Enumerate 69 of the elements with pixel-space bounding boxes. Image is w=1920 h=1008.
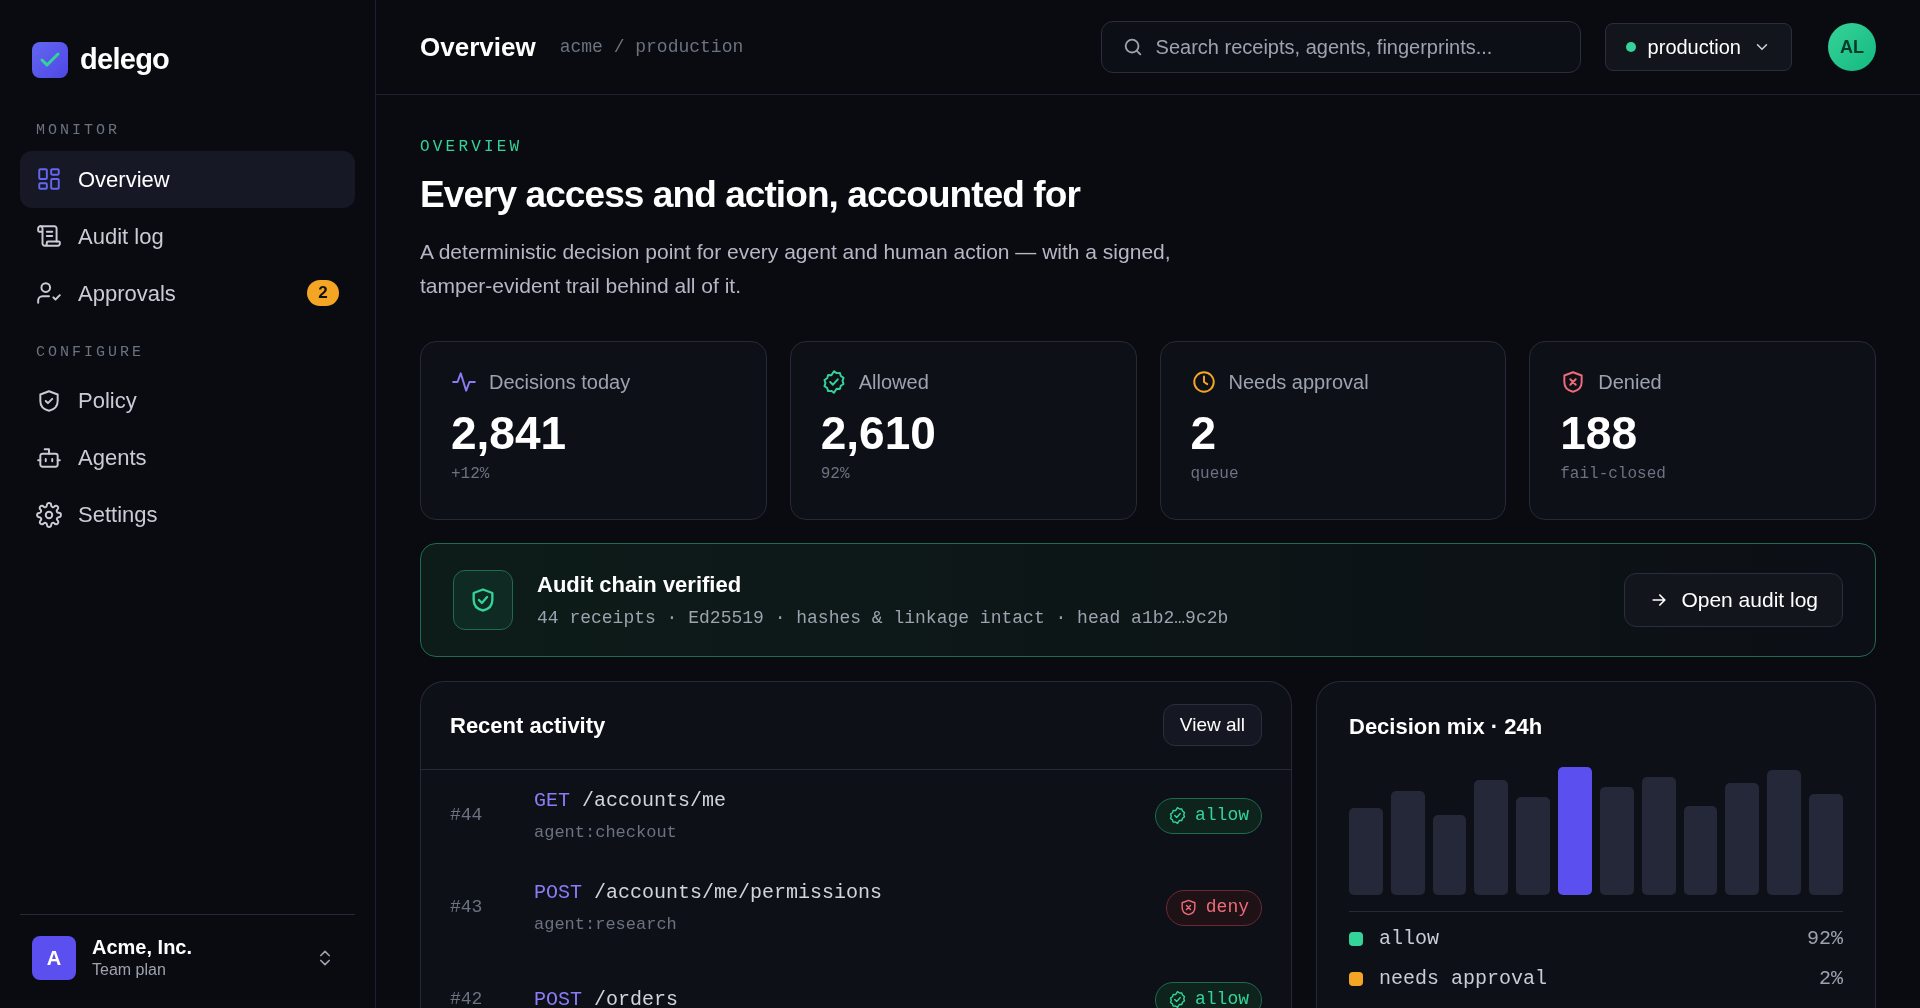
- audit-details: 44 receipts · Ed25519 · hashes & linkage intact · head a1b2…9c2b: [537, 606, 1229, 630]
- legend-label: allow: [1379, 925, 1439, 952]
- nav-item[interactable]: Policy: [20, 372, 355, 429]
- stat-note: fail-closed: [1560, 464, 1667, 485]
- page-heading: Every access and action, accounted for: [420, 173, 1082, 217]
- audit-title: Audit chain verified: [537, 570, 743, 599]
- legend-value: 2%: [1819, 965, 1843, 992]
- brand-name: delego: [80, 42, 170, 78]
- nav-item[interactable]: Settings: [20, 486, 355, 543]
- row-number: #42: [450, 988, 484, 1008]
- stat-value: 2,610: [820, 405, 937, 461]
- badge-check-icon: [1168, 806, 1187, 825]
- user-check-icon: [36, 280, 62, 306]
- row-number: #43: [450, 896, 484, 919]
- row-number: #44: [450, 804, 484, 827]
- nav-item[interactable]: Audit log: [20, 207, 355, 265]
- stat-label: Needs approval: [1228, 369, 1369, 395]
- card-title: Decision mix · 24h: [1349, 712, 1544, 741]
- page-title: Overview: [420, 30, 536, 64]
- legend-label: needs approval: [1379, 965, 1548, 992]
- request-path: /accounts/me/permissions: [594, 879, 883, 906]
- stat-note: queue: [1190, 464, 1240, 485]
- agent-name: agent:checkout: [534, 821, 678, 844]
- section-eyebrow: OVERVIEW: [420, 137, 524, 158]
- nav-section-heading: MONITOR: [35, 121, 121, 141]
- shield-check-icon: [36, 387, 62, 414]
- stat-value: 2: [1190, 405, 1218, 461]
- shield-x-icon: [1178, 898, 1198, 917]
- scroll-icon: [36, 223, 62, 249]
- clock-icon: [1190, 368, 1217, 395]
- account-name: Acme, Inc.: [92, 935, 193, 960]
- request-path: /accounts/me: [582, 787, 727, 814]
- nav-item[interactable]: Overview: [20, 150, 355, 208]
- decision-badge: allow: [1155, 981, 1262, 1008]
- decision-badge: allow: [1155, 797, 1262, 834]
- search-field[interactable]: Search receipts, agents, fingerprints...: [1155, 32, 1560, 62]
- count-badge: 2: [307, 280, 339, 306]
- page-description: A deterministic decision point for every agent and human action — with a signed, tamper-evident trail behind all of it.: [420, 238, 1172, 299]
- stat-note: +12%: [451, 464, 491, 485]
- breadcrumb: acme / production: [559, 35, 744, 59]
- dashboard-icon: [36, 166, 62, 192]
- user-avatar[interactable]: AL: [1828, 23, 1876, 71]
- nav-item[interactable]: Approvals 2: [20, 264, 355, 322]
- nav-section-heading: CONFIGURE: [35, 342, 145, 363]
- search-box[interactable]: Search receipts, agents, fingerprints...: [1100, 21, 1581, 73]
- stat-label: Allowed: [858, 369, 929, 395]
- request-path: /orders: [594, 986, 679, 1008]
- http-method: POST: [534, 986, 582, 1008]
- decision-badge: deny: [1165, 889, 1262, 926]
- agent-name: agent:research: [534, 913, 678, 936]
- nav-item[interactable]: Agents: [20, 429, 355, 486]
- open-audit-log-button[interactable]: Open audit log: [1624, 572, 1843, 627]
- card-title: Recent activity: [450, 711, 606, 740]
- stat-label: Denied: [1598, 369, 1662, 395]
- logo-icon: [32, 42, 68, 78]
- account-plan: Team plan: [92, 960, 167, 980]
- stat-value: 2,841: [451, 405, 568, 461]
- http-method: POST: [534, 879, 582, 906]
- shield-check-icon: [453, 569, 513, 630]
- http-method: GET: [534, 787, 570, 814]
- stat-note: 92%: [820, 464, 851, 485]
- view-all-button[interactable]: View all: [1162, 704, 1262, 746]
- stat-value: 188: [1560, 405, 1638, 461]
- badge-check-icon: [1168, 990, 1187, 1008]
- environment-dropdown[interactable]: production: [1604, 23, 1792, 71]
- account-avatar: A: [32, 935, 76, 980]
- settings-icon: [36, 501, 62, 528]
- legend-value: 92%: [1807, 925, 1843, 952]
- stat-label: Decisions today: [489, 369, 631, 395]
